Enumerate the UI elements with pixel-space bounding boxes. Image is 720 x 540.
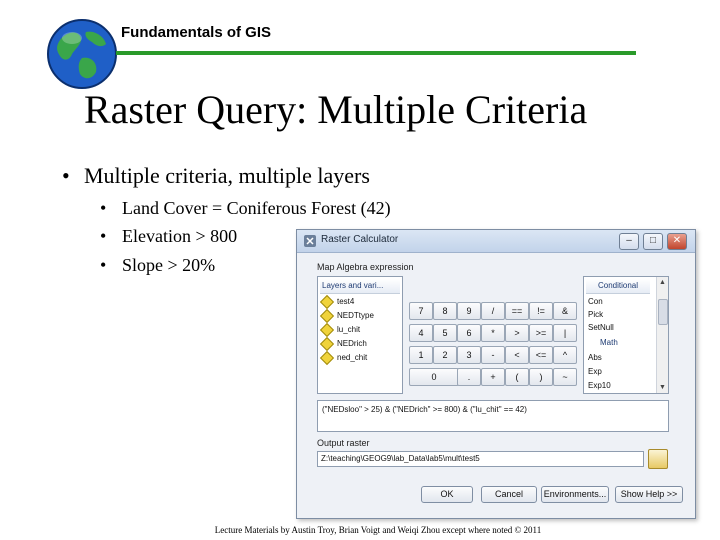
bullet-main-text: Multiple criteria, multiple layers <box>84 163 370 188</box>
key-6[interactable]: 6 <box>457 324 481 342</box>
header-divider <box>116 51 636 55</box>
bullet-dot: • <box>100 226 107 246</box>
key-less-equal[interactable]: <= <box>529 346 553 364</box>
key-1[interactable]: 1 <box>409 346 433 364</box>
browse-folder-icon[interactable] <box>648 449 668 469</box>
layers-header: Layers and vari... <box>320 279 400 294</box>
output-path: Z:\teaching\GEOG9\lab_Data\lab5\mult\tes… <box>321 454 480 463</box>
key-not[interactable]: ~ <box>553 368 577 386</box>
bullet-dot: • <box>100 198 107 218</box>
minimize-button[interactable]: – <box>619 233 639 250</box>
function-item[interactable]: SetNull <box>588 323 614 332</box>
key-greater[interactable]: > <box>505 324 529 342</box>
sub-bullet-text: Land Cover = Coniferous Forest (42) <box>122 198 391 218</box>
function-item[interactable]: Pick <box>588 310 603 319</box>
calculator-icon <box>303 234 317 248</box>
layer-name: ned_chit <box>337 353 368 363</box>
function-item[interactable]: Exp <box>588 367 602 376</box>
function-category[interactable]: Math <box>600 338 618 347</box>
cancel-button[interactable]: Cancel <box>481 486 537 503</box>
key-decimal[interactable]: . <box>457 368 481 386</box>
raster-layer-icon <box>319 350 335 366</box>
globe-logo <box>46 18 118 90</box>
key-and[interactable]: & <box>553 302 577 320</box>
layer-item[interactable]: NEDrich <box>319 336 367 352</box>
dialog-title: Raster Calculator <box>321 234 399 245</box>
close-button[interactable]: ✕ <box>667 233 687 250</box>
key-4[interactable]: 4 <box>409 324 433 342</box>
sub-bullet: • Elevation > 800 <box>100 226 237 247</box>
raster-layer-icon <box>319 336 335 352</box>
map-algebra-label: Map Algebra expression <box>317 262 414 272</box>
maximize-button[interactable]: □ <box>643 233 663 250</box>
scroll-thumb[interactable] <box>658 299 668 325</box>
bullet-dot: • <box>62 163 70 188</box>
bullet-dot: • <box>100 255 107 275</box>
key-greater-equal[interactable]: >= <box>529 324 553 342</box>
function-item[interactable]: Abs <box>588 353 602 362</box>
layer-name: NEDTtype <box>337 311 374 321</box>
raster-calculator-dialog: Raster Calculator – □ ✕ Map Algebra expr… <box>296 229 696 519</box>
output-raster-label: Output raster <box>317 438 370 448</box>
dialog-titlebar[interactable]: Raster Calculator – □ ✕ <box>297 230 695 253</box>
dialog-body: Map Algebra expression Layers and vari..… <box>305 254 687 512</box>
key-less[interactable]: < <box>505 346 529 364</box>
key-5[interactable]: 5 <box>433 324 457 342</box>
layer-item[interactable]: test4 <box>319 294 355 310</box>
output-raster-field[interactable]: Z:\teaching\GEOG9\lab_Data\lab5\mult\tes… <box>317 451 644 467</box>
key-or[interactable]: | <box>553 324 577 342</box>
key-not-equal[interactable]: != <box>529 302 553 320</box>
layer-item[interactable]: NEDTtype <box>319 308 374 324</box>
function-item[interactable]: Con <box>588 297 603 306</box>
layer-name: NEDrich <box>337 339 367 349</box>
sub-bullet: • Land Cover = Coniferous Forest (42) <box>100 198 391 219</box>
key-7[interactable]: 7 <box>409 302 433 320</box>
raster-layer-icon <box>319 294 335 310</box>
layer-item[interactable]: ned_chit <box>319 350 368 366</box>
environments-button[interactable]: Environments... <box>541 486 609 503</box>
raster-layer-icon <box>319 322 335 338</box>
layer-name: test4 <box>337 297 355 307</box>
sub-bullet-text: Slope > 20% <box>122 255 216 275</box>
key-minus[interactable]: - <box>481 346 505 364</box>
layers-panel: Layers and vari... test4 NEDTtype lu_chi… <box>317 276 403 394</box>
course-title: Fundamentals of GIS <box>121 24 272 41</box>
show-help-button[interactable]: Show Help >> <box>615 486 683 503</box>
functions-scrollbar[interactable]: ▲ ▼ <box>656 277 668 393</box>
slide-title: Raster Query: Multiple Criteria <box>84 87 588 132</box>
functions-panel: Conditional Con Pick SetNull Math Abs Ex… <box>583 276 669 394</box>
functions-header: Conditional <box>586 279 650 294</box>
sub-bullet-text: Elevation > 800 <box>122 226 238 246</box>
sub-bullet: • Slope > 20% <box>100 255 215 276</box>
layer-name: lu_chit <box>337 325 361 335</box>
ok-button[interactable]: OK <box>421 486 473 503</box>
raster-layer-icon <box>319 308 335 324</box>
footer-credit: Lecture Materials by Austin Troy, Brian … <box>214 525 542 535</box>
bullet-main: • Multiple criteria, multiple layers <box>62 163 370 189</box>
key-xor[interactable]: ^ <box>553 346 577 364</box>
key-multiply[interactable]: * <box>481 324 505 342</box>
layer-item[interactable]: lu_chit <box>319 322 361 338</box>
key-8[interactable]: 8 <box>433 302 457 320</box>
function-item[interactable]: Exp10 <box>588 381 611 390</box>
key-0[interactable]: 0 <box>409 368 459 386</box>
expression-text: ("NEDsloo" > 25) & ("NEDrich" >= 800) & … <box>322 405 527 414</box>
scroll-up-icon[interactable]: ▲ <box>658 278 667 287</box>
key-2[interactable]: 2 <box>433 346 457 364</box>
key-plus[interactable]: + <box>481 368 505 386</box>
key-close-paren[interactable]: ) <box>529 368 553 386</box>
key-divide[interactable]: / <box>481 302 505 320</box>
key-open-paren[interactable]: ( <box>505 368 529 386</box>
scroll-down-icon[interactable]: ▼ <box>658 383 667 392</box>
key-equal[interactable]: == <box>505 302 529 320</box>
key-9[interactable]: 9 <box>457 302 481 320</box>
key-3[interactable]: 3 <box>457 346 481 364</box>
expression-input[interactable]: ("NEDsloo" > 25) & ("NEDrich" >= 800) & … <box>317 400 669 432</box>
